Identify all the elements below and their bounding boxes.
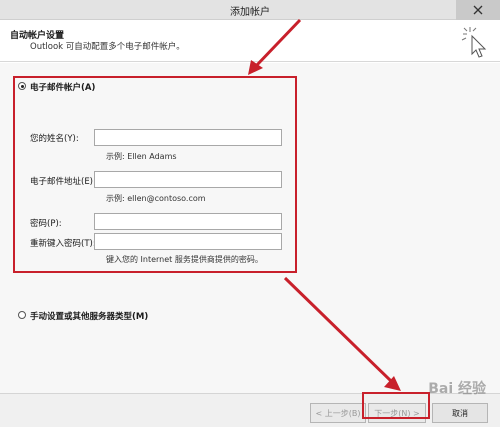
cursor-sparkle-icon xyxy=(461,27,487,58)
page-subtitle: Outlook 可自动配置多个电子邮件帐户。 xyxy=(30,42,185,52)
watermark: Bai 经验 xyxy=(428,381,486,397)
back-button[interactable]: < 上一步(B) xyxy=(310,403,366,423)
next-button-highlight xyxy=(362,392,430,419)
close-icon xyxy=(473,5,483,15)
window-title: 添加帐户 xyxy=(230,7,270,18)
wizard-header: 自动帐户设置 Outlook 可自动配置多个电子邮件帐户。 xyxy=(0,20,500,62)
email-section-highlight xyxy=(13,76,297,273)
manual-setup-radio[interactable] xyxy=(18,311,26,319)
title-bar: 添加帐户 xyxy=(0,0,500,20)
manual-setup-label[interactable]: 手动设置或其他服务器类型(M) xyxy=(30,310,148,322)
cancel-button[interactable]: 取消 xyxy=(432,403,488,423)
close-button[interactable] xyxy=(456,0,500,20)
